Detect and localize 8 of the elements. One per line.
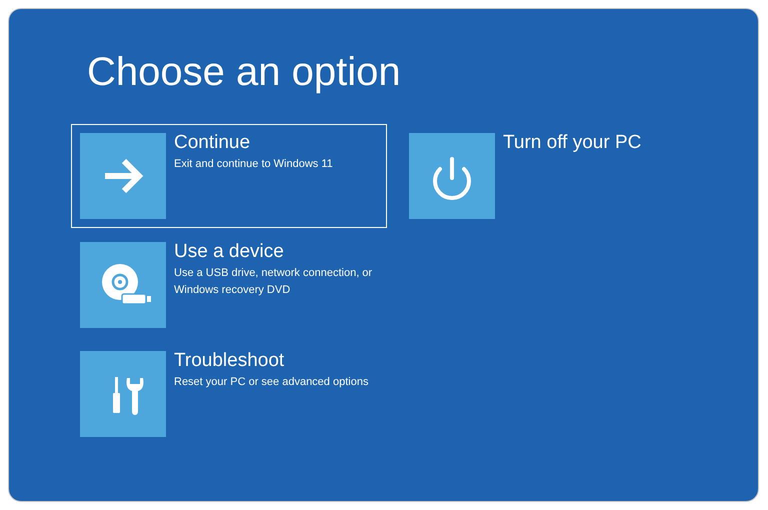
power-icon: [409, 133, 495, 219]
option-button[interactable]: Continue Exit and continue to Windows 11: [71, 124, 387, 228]
option-button[interactable]: Troubleshoot Reset your PC or see advanced options: [71, 342, 387, 446]
disc-drive-icon: [80, 242, 166, 328]
tools-icon: [80, 351, 166, 437]
option-button[interactable]: Use a device Use a USB drive, network connection, or Windows recovery DVD: [71, 233, 387, 337]
option-button[interactable]: Turn off your PC: [400, 124, 716, 228]
page-title: Choose an option: [87, 49, 402, 96]
